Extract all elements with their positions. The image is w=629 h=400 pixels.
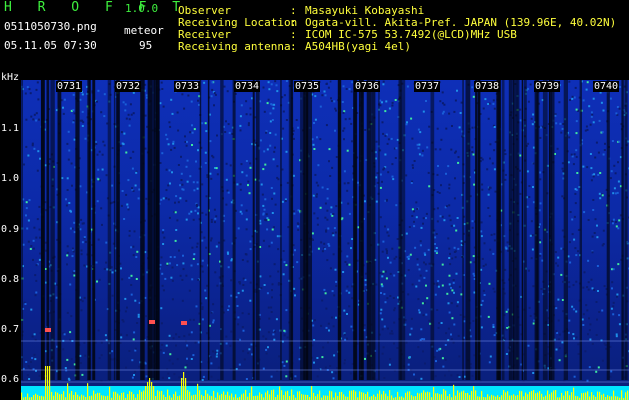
y-tick-0-9: 0.9 [1, 224, 20, 235]
time-tick-0739: 0739 [534, 81, 561, 92]
y-tick-1-1: 1.1 [1, 123, 20, 134]
spectrogram [21, 80, 629, 400]
fading-streaks [21, 80, 628, 380]
y-axis: 1.1 1.0 0.9 0.8 0.7 0.6 [0, 80, 21, 400]
y-tick-0-8: 0.8 [1, 274, 20, 285]
time-tick-0736: 0736 [354, 81, 381, 92]
time-tick-0740: 0740 [593, 81, 620, 92]
header-panel: H R O F F T 1.0.0 0511050730.png meteor … [0, 0, 629, 83]
y-tick-0-7: 0.7 [1, 324, 20, 335]
meteor-echo [181, 321, 187, 325]
time-tick-0735: 0735 [294, 81, 321, 92]
app-title: H R O F F T [4, 0, 190, 15]
meteor-echo [45, 328, 51, 332]
antenna-label: Receiving antenna [178, 40, 291, 53]
spectrogram-canvas [21, 80, 629, 400]
date-time: 05.11.05 07:30 [4, 39, 97, 52]
time-tick-0733: 0733 [174, 81, 201, 92]
meteor-label: meteor [124, 24, 164, 37]
antenna-value: A504HB(yagi 4el) [305, 40, 411, 53]
time-tick-0731: 0731 [56, 81, 83, 92]
time-tick-0732: 0732 [115, 81, 142, 92]
meteor-count: 95 [139, 39, 153, 52]
y-tick-0-6: 0.6 [1, 374, 20, 385]
time-tick-0738: 0738 [474, 81, 501, 92]
time-tick-0734: 0734 [234, 81, 261, 92]
time-tick-0737: 0737 [414, 81, 441, 92]
y-tick-1-0: 1.0 [1, 173, 20, 184]
file-name: 0511050730.png [4, 20, 97, 33]
antenna-colon: : [290, 40, 297, 53]
meteor-echo [149, 320, 155, 324]
app-version: 1.0.0 [125, 2, 159, 15]
